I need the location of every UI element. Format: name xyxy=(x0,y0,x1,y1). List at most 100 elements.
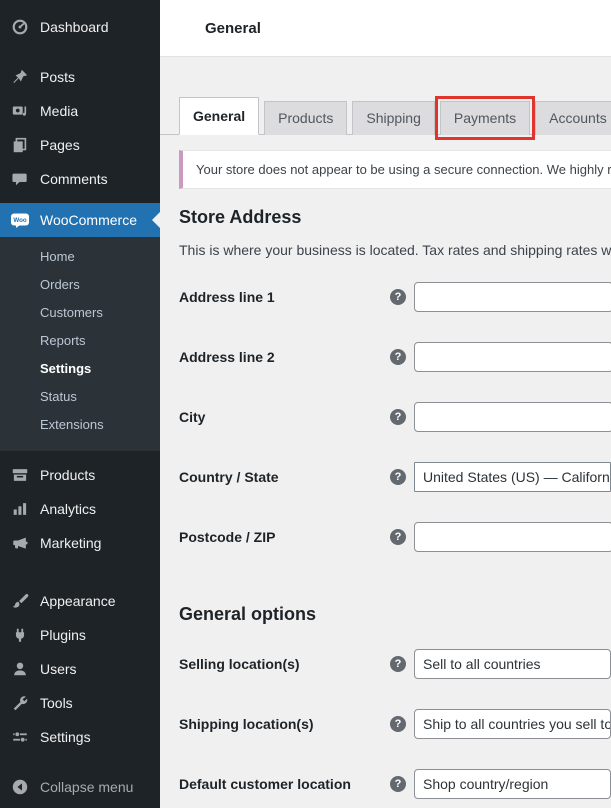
selected-value: Sell to all countries xyxy=(423,656,541,672)
field-label: Shipping location(s) xyxy=(179,716,390,732)
tab-products[interactable]: Products xyxy=(264,101,347,135)
sidebar-item-label: Media xyxy=(40,103,78,119)
woocommerce-submenu: Home Orders Customers Reports Settings S… xyxy=(0,237,160,451)
sidebar-item-label: Pages xyxy=(40,137,80,153)
sidebar-item-products[interactable]: Products xyxy=(0,458,160,492)
comment-icon xyxy=(10,169,30,189)
sidebar-item-label: Comments xyxy=(40,171,108,187)
form-row-shipping-locations: Shipping location(s) ? Ship to all count… xyxy=(160,709,611,739)
store-address-heading: Store Address xyxy=(179,207,611,228)
form-row-address-line-1: Address line 1 ? xyxy=(160,282,611,312)
form-row-city: City ? xyxy=(160,402,611,432)
admin-sidebar: Dashboard Posts Media Pages Comments Woo… xyxy=(0,0,160,808)
sidebar-item-settings[interactable]: Settings xyxy=(0,720,160,754)
woocommerce-icon: Woo xyxy=(10,210,30,230)
postcode-zip-input[interactable] xyxy=(414,522,611,552)
form-row-selling-locations: Selling location(s) ? Sell to all countr… xyxy=(160,649,611,679)
submenu-item-settings[interactable]: Settings xyxy=(0,355,160,383)
pages-icon xyxy=(10,135,30,155)
field-label: Address line 1 xyxy=(179,289,390,305)
address-line-2-input[interactable] xyxy=(414,342,611,372)
country-state-select[interactable]: United States (US) — California xyxy=(414,462,611,492)
brush-icon xyxy=(10,591,30,611)
field-label: Default customer location xyxy=(179,776,390,792)
sidebar-item-media[interactable]: Media xyxy=(0,94,160,128)
submenu-item-orders[interactable]: Orders xyxy=(0,271,160,299)
store-address-description: This is where your business is located. … xyxy=(179,242,611,258)
notice-text: Your store does not appear to be using a… xyxy=(196,162,611,177)
selling-locations-select[interactable]: Sell to all countries xyxy=(414,649,611,679)
wrench-icon xyxy=(10,693,30,713)
help-icon[interactable]: ? xyxy=(390,349,406,365)
form-row-postcode-zip: Postcode / ZIP ? xyxy=(160,522,611,552)
settings-tabs: GeneralProductsShippingPaymentsAccounts … xyxy=(160,97,611,135)
sidebar-item-label: WooCommerce xyxy=(40,212,137,228)
sidebar-item-users[interactable]: Users xyxy=(0,652,160,686)
general-options-form: Selling location(s) ? Sell to all countr… xyxy=(160,649,611,799)
help-icon[interactable]: ? xyxy=(390,656,406,672)
box-icon xyxy=(10,465,30,485)
help-icon[interactable]: ? xyxy=(390,716,406,732)
svg-text:Woo: Woo xyxy=(13,217,27,224)
sidebar-item-label: Plugins xyxy=(40,627,86,643)
selected-value: United States (US) — California xyxy=(423,469,611,485)
sidebar-item-label: Users xyxy=(40,661,77,677)
default-customer-location-select[interactable]: Shop country/region xyxy=(414,769,611,799)
help-icon[interactable]: ? xyxy=(390,289,406,305)
page-title: General xyxy=(205,20,261,37)
collapse-arrow-icon xyxy=(10,777,30,797)
selected-value: Ship to all countries you sell to xyxy=(423,716,611,732)
sliders-icon xyxy=(10,727,30,747)
collapse-menu-button[interactable]: Collapse menu xyxy=(0,770,160,804)
form-row-address-line-2: Address line 2 ? xyxy=(160,342,611,372)
sidebar-item-analytics[interactable]: Analytics xyxy=(0,492,160,526)
sidebar-item-pages[interactable]: Pages xyxy=(0,128,160,162)
form-row-country-state: Country / State ? United States (US) — C… xyxy=(160,462,611,492)
tab-accounts-privacy[interactable]: Accounts & xyxy=(535,101,611,135)
submenu-item-home[interactable]: Home xyxy=(0,243,160,271)
sidebar-item-posts[interactable]: Posts xyxy=(0,60,160,94)
submenu-item-status[interactable]: Status xyxy=(0,383,160,411)
sidebar-item-label: Marketing xyxy=(40,535,101,551)
address-line-1-input[interactable] xyxy=(414,282,611,312)
help-icon[interactable]: ? xyxy=(390,529,406,545)
tab-general[interactable]: General xyxy=(179,97,259,135)
submenu-item-reports[interactable]: Reports xyxy=(0,327,160,355)
help-icon[interactable]: ? xyxy=(390,776,406,792)
sidebar-item-label: Posts xyxy=(40,69,75,85)
pushpin-icon xyxy=(10,67,30,87)
sidebar-item-comments[interactable]: Comments xyxy=(0,162,160,196)
submenu-item-customers[interactable]: Customers xyxy=(0,299,160,327)
general-options-heading: General options xyxy=(179,604,611,625)
secure-connection-notice: Your store does not appear to be using a… xyxy=(179,150,611,189)
sidebar-item-label: Dashboard xyxy=(40,19,109,35)
main-content: General GeneralProductsShippingPaymentsA… xyxy=(160,0,611,808)
tab-payments[interactable]: Payments xyxy=(440,101,530,135)
dashboard-icon xyxy=(10,17,30,37)
sidebar-item-plugins[interactable]: Plugins xyxy=(0,618,160,652)
sidebar-item-label: Settings xyxy=(40,729,91,745)
sidebar-item-marketing[interactable]: Marketing xyxy=(0,526,160,560)
plug-icon xyxy=(10,625,30,645)
form-row-default-customer-location: Default customer location ? Shop country… xyxy=(160,769,611,799)
city-input[interactable] xyxy=(414,402,611,432)
tab-shipping[interactable]: Shipping xyxy=(352,101,435,135)
sidebar-item-label: Tools xyxy=(40,695,73,711)
submenu-item-extensions[interactable]: Extensions xyxy=(0,411,160,439)
sidebar-item-woocommerce[interactable]: Woo WooCommerce xyxy=(0,203,160,237)
sidebar-item-label: Products xyxy=(40,467,95,483)
sidebar-item-label: Analytics xyxy=(40,501,96,517)
person-icon xyxy=(10,659,30,679)
field-label: City xyxy=(179,409,390,425)
page-header: General xyxy=(160,0,611,57)
sidebar-item-appearance[interactable]: Appearance xyxy=(0,584,160,618)
help-icon[interactable]: ? xyxy=(390,409,406,425)
store-address-form: Address line 1 ? Address line 2 ? City ?… xyxy=(160,282,611,552)
sidebar-item-label: Appearance xyxy=(40,593,116,609)
sidebar-item-dashboard[interactable]: Dashboard xyxy=(0,10,160,44)
sidebar-item-tools[interactable]: Tools xyxy=(0,686,160,720)
help-icon[interactable]: ? xyxy=(390,469,406,485)
shipping-locations-select[interactable]: Ship to all countries you sell to xyxy=(414,709,611,739)
bar-chart-icon xyxy=(10,499,30,519)
current-menu-arrow-icon xyxy=(152,212,160,228)
